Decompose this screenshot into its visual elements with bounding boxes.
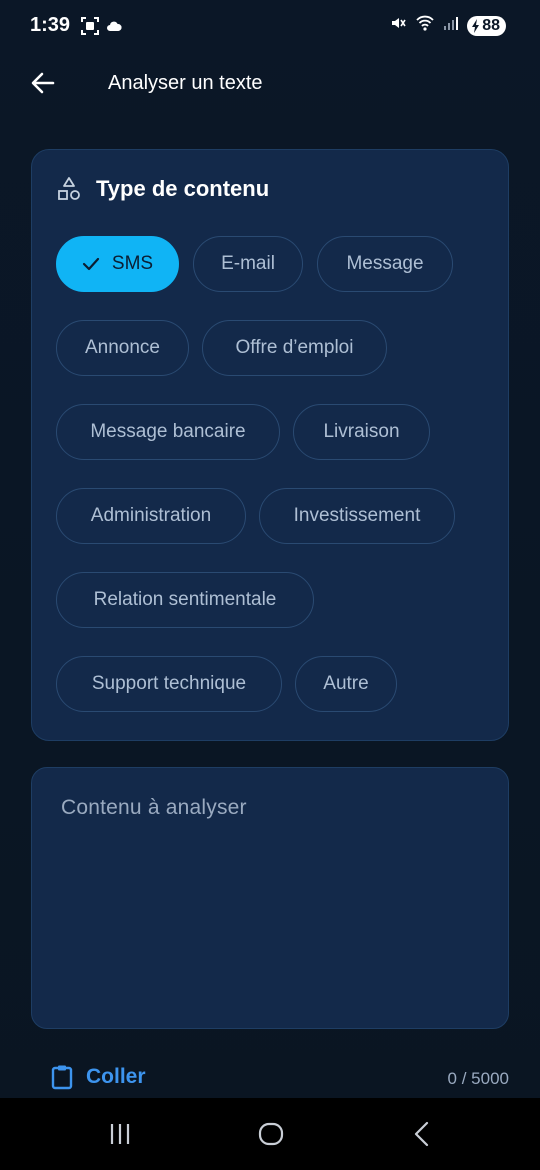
battery-level: 88 (482, 16, 500, 34)
chip-autre[interactable]: Autre (295, 656, 397, 712)
chip-label: Administration (90, 505, 212, 526)
chip-label: Message (346, 253, 424, 274)
chip-label: Investissement (293, 505, 421, 526)
battery-indicator: 88 (467, 15, 506, 36)
chip-sms[interactable]: SMS (56, 236, 179, 292)
arrow-left-icon (31, 72, 55, 94)
screenshot-icon (80, 16, 100, 41)
chip-label: Message bancaire (90, 421, 246, 442)
system-nav-bar (0, 1098, 540, 1170)
back-button[interactable] (26, 66, 60, 100)
status-bar: 1:39 88 (0, 0, 540, 52)
status-right-icons: 88 (389, 14, 506, 37)
status-time: 1:39 (30, 14, 71, 36)
chip-relation-sentimentale[interactable]: Relation sentimentale (56, 572, 314, 628)
chip-label: Offre d’emploi (235, 337, 354, 358)
content-input-placeholder: Contenu à analyser (61, 796, 247, 819)
chip-message[interactable]: Message (317, 236, 453, 292)
check-icon (82, 257, 100, 271)
chevron-left-icon (414, 1121, 429, 1147)
chip-label: Annonce (84, 337, 160, 358)
chip-message-bancaire[interactable]: Message bancaire (56, 404, 280, 460)
paste-label: Coller (86, 1065, 146, 1088)
content-type-card: Type de contenu SMS E-mail Message Annon… (31, 149, 509, 741)
paste-button[interactable]: Coller (50, 1064, 146, 1090)
chip-offre-emploi[interactable]: Offre d’emploi (202, 320, 387, 376)
shapes-icon (58, 177, 80, 200)
card-header: Type de contenu (56, 176, 269, 202)
home-button[interactable] (251, 1116, 291, 1152)
charging-icon (472, 18, 480, 33)
clipboard-icon (51, 1065, 73, 1090)
recent-apps-button[interactable] (100, 1116, 140, 1152)
chip-label: Support technique (91, 673, 247, 694)
chip-annonce[interactable]: Annonce (56, 320, 189, 376)
content-input[interactable]: Contenu à analyser (31, 767, 509, 1029)
signal-icon (443, 15, 459, 36)
chip-label: Relation sentimentale (93, 589, 277, 610)
chip-administration[interactable]: Administration (56, 488, 246, 544)
mute-icon (389, 14, 407, 37)
chip-investissement[interactable]: Investissement (259, 488, 455, 544)
character-counter: 0 / 5000 (447, 1069, 509, 1088)
status-left-icons (80, 16, 122, 41)
chip-support-technique[interactable]: Support technique (56, 656, 282, 712)
back-nav-button[interactable] (402, 1116, 442, 1152)
home-icon (258, 1122, 284, 1146)
recent-apps-icon (110, 1124, 130, 1144)
wifi-icon (415, 14, 435, 37)
cloud-icon (106, 18, 122, 39)
chip-label: Autre (323, 673, 369, 694)
chip-label: Livraison (323, 421, 400, 442)
card-title: Type de contenu (96, 176, 270, 201)
chip-label: E-mail (221, 253, 275, 274)
chip-livraison[interactable]: Livraison (293, 404, 430, 460)
chip-label: SMS (111, 253, 154, 274)
chip-email[interactable]: E-mail (193, 236, 303, 292)
app-bar: Analyser un texte (0, 52, 540, 114)
page-title: Analyser un texte (108, 72, 263, 94)
